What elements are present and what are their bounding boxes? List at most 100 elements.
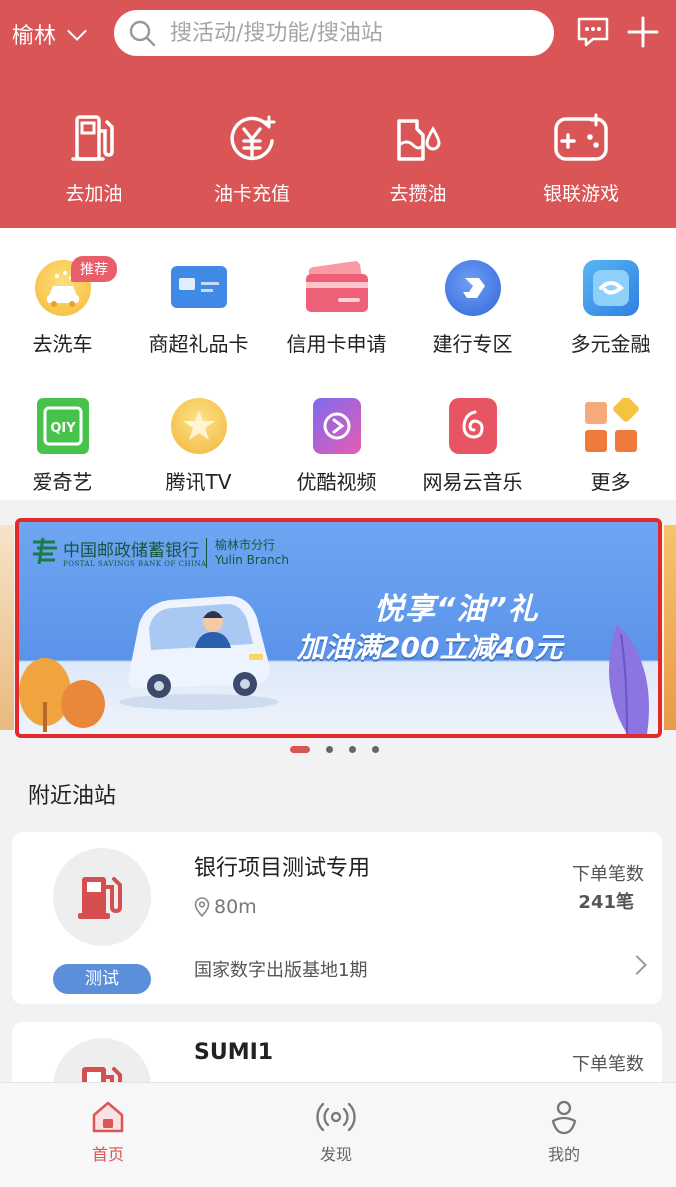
- postal-bank-logo-icon: [33, 537, 57, 565]
- nearby-stations-title: 附近油站: [28, 784, 117, 809]
- broadcast-icon: [316, 1102, 356, 1132]
- main-nav: 去加油 油卡充值 去攒油 银联游戏: [0, 105, 676, 205]
- tab-label: 首页: [91, 1145, 124, 1164]
- trees-left-illustration: [19, 658, 105, 732]
- service-label: 优酷视频: [296, 470, 377, 494]
- gas-station-icon: [82, 1067, 122, 1082]
- orders-label: 下单笔数: [572, 864, 644, 885]
- service-label: 多元金融: [570, 332, 651, 356]
- oil-collect-icon: [397, 119, 441, 161]
- main-nav-game[interactable]: 银联游戏: [511, 111, 651, 206]
- branch-label: 榆林市分行 Yulin Branch: [206, 538, 289, 568]
- branch-en: Yulin Branch: [215, 553, 289, 567]
- more-grid-icon: [583, 396, 639, 454]
- service-gift-card[interactable]: 商超礼品卡: [131, 260, 266, 357]
- bank-name-en: POSTAL SAVINGS BANK OF CHINA: [63, 560, 207, 568]
- station-tag: 测试: [53, 964, 151, 994]
- service-finance[interactable]: 多元金融: [543, 260, 676, 357]
- svg-text:QIY: QIY: [50, 421, 76, 436]
- carousel-dot[interactable]: [349, 745, 356, 753]
- service-ccb-zone[interactable]: 建行专区: [405, 260, 540, 357]
- netease-music-icon: [448, 398, 497, 454]
- service-youku[interactable]: 优酷视频: [269, 398, 404, 495]
- user-icon: [551, 1100, 577, 1135]
- main-nav-refuel[interactable]: 去加油: [24, 111, 164, 206]
- station-card[interactable]: 测试 银行项目测试专用 80m 国家数字出版基地1期 下单笔数 241笔: [12, 832, 662, 1004]
- carousel-dot[interactable]: [372, 745, 379, 753]
- service-label: 去洗车: [32, 332, 93, 356]
- top-bar: 榆林: [0, 0, 676, 66]
- iqiyi-icon: QIY: [36, 398, 89, 454]
- plus-icon[interactable]: [627, 16, 659, 48]
- car-driver-illustration: [119, 596, 279, 710]
- service-tencent-video[interactable]: 腾讯TV: [131, 398, 266, 495]
- next-slide-peek: [664, 525, 676, 730]
- service-more[interactable]: 更多: [543, 396, 676, 495]
- station-name: 银行项目测试专用: [194, 856, 371, 881]
- header: 榆林 去加油 油卡充值 去攒油 银联游戏: [0, 0, 676, 228]
- gamepad-icon: [554, 113, 608, 161]
- service-label: 商超礼品卡: [148, 332, 249, 356]
- promo-banner[interactable]: 中国邮政储蓄银行 POSTAL SAVINGS BANK OF CHINA 榆林…: [15, 518, 662, 738]
- service-iqiyi[interactable]: QIY 爱奇艺: [0, 398, 130, 495]
- promo-text: 加油满200立减40元: [297, 631, 563, 664]
- bottom-tab-bar: 首页 发现 我的: [0, 1082, 676, 1187]
- main-nav-label: 油卡充值: [213, 183, 290, 205]
- service-label: 爱奇艺: [32, 470, 93, 494]
- station-name: SUMI1: [194, 1040, 274, 1065]
- service-credit-card[interactable]: 信用卡申请: [269, 260, 404, 357]
- banner-carousel[interactable]: 中国邮政储蓄银行 POSTAL SAVINGS BANK OF CHINA 榆林…: [0, 515, 676, 741]
- main-nav-label: 去加油: [65, 183, 123, 205]
- orders-label: 下单笔数: [572, 1054, 644, 1075]
- services-grid: 推荐 去洗车 商超礼品卡 信用卡申请 建行专区 多元金融 QIY 爱奇艺 腾讯T…: [0, 228, 676, 500]
- leaves-right-illustration: [609, 624, 649, 734]
- tencent-video-icon: [170, 398, 227, 454]
- tab-profile[interactable]: 我的: [504, 1097, 624, 1165]
- chevron-right-icon[interactable]: [627, 955, 647, 975]
- tab-label: 发现: [319, 1145, 352, 1164]
- branch-cn: 榆林市分行: [215, 538, 276, 552]
- tab-home[interactable]: 首页: [48, 1097, 168, 1165]
- city-label: 榆林: [12, 24, 57, 49]
- main-nav-recharge[interactable]: 油卡充值: [182, 111, 322, 206]
- gas-station-icon: [78, 877, 122, 919]
- promo-title: 悦享“油”礼: [374, 592, 539, 627]
- search-input[interactable]: [170, 20, 530, 46]
- distance-value: 80m: [214, 896, 257, 918]
- carousel-indicator: [290, 744, 379, 754]
- youku-icon: [312, 398, 361, 454]
- orders-count: 241笔: [578, 892, 634, 913]
- message-icon[interactable]: [576, 16, 610, 48]
- finance-icon: [582, 260, 639, 316]
- bank-name: 中国邮政储蓄银行: [63, 541, 199, 561]
- service-label: 腾讯TV: [165, 470, 232, 494]
- credit-card-icon: [305, 260, 368, 316]
- gift-card-icon: [170, 260, 227, 316]
- ccb-icon: [444, 260, 501, 316]
- carousel-dot[interactable]: [326, 745, 333, 753]
- service-label: 更多: [590, 470, 631, 494]
- gas-pump-icon: [71, 115, 114, 161]
- recommend-badge: 推荐: [71, 256, 117, 282]
- carousel-dot-active[interactable]: [290, 745, 310, 753]
- service-label: 网易云音乐: [422, 470, 523, 494]
- service-label: 建行专区: [432, 332, 513, 356]
- service-label: 信用卡申请: [286, 332, 387, 356]
- chevron-down-icon: [67, 21, 87, 41]
- station-distance: 80m: [194, 896, 257, 918]
- station-avatar: [53, 1038, 151, 1082]
- station-card[interactable]: SUMI1 下单笔数: [12, 1022, 662, 1082]
- station-address: 国家数字出版基地1期: [194, 960, 368, 981]
- home-icon: [92, 1101, 124, 1133]
- search-bar[interactable]: [114, 10, 554, 56]
- prev-slide-peek: [0, 525, 14, 730]
- tab-discover[interactable]: 发现: [276, 1097, 396, 1165]
- service-car-wash[interactable]: 推荐 去洗车: [0, 256, 130, 357]
- main-nav-collect-oil[interactable]: 去攒油: [348, 111, 488, 206]
- main-nav-label: 银联游戏: [542, 183, 619, 205]
- tab-label: 我的: [547, 1145, 580, 1164]
- main-nav-label: 去攒油: [389, 183, 447, 205]
- search-icon: [129, 20, 156, 47]
- service-netease-music[interactable]: 网易云音乐: [405, 398, 540, 495]
- city-selector[interactable]: 榆林: [12, 18, 87, 50]
